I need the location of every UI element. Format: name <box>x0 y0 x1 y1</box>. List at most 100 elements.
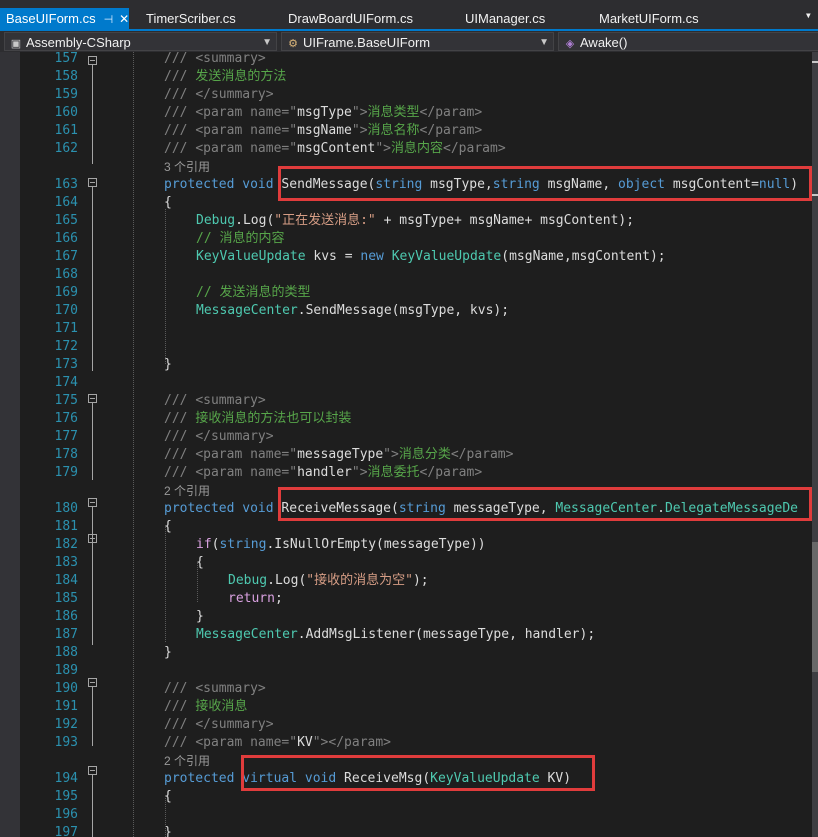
line-number: 175 <box>54 393 78 408</box>
fold-line <box>92 65 93 164</box>
close-icon[interactable]: ✕ <box>119 12 129 26</box>
code-token: name <box>250 465 282 480</box>
line-number: 173 <box>54 357 78 372</box>
reference-count[interactable]: 2 个引用 <box>164 754 210 768</box>
code-line: /// 接收消息 <box>164 698 247 716</box>
tab-marketuiform[interactable]: MarketUIForm.cs <box>599 8 699 29</box>
code-token: // 发送消息的类型 <box>196 285 311 300</box>
code-token: 消息名称 <box>367 123 420 138</box>
code-line: /// 发送消息的方法 <box>164 68 286 86</box>
code-token: /// <box>164 465 196 480</box>
code-token: if <box>196 537 212 552</box>
code-token: /// <box>164 735 196 750</box>
codelens-references: 2 个引用 <box>164 482 210 501</box>
code-line: /// <summary> <box>164 392 266 410</box>
tab-label: UIManager.cs <box>465 11 546 26</box>
code-line: } <box>164 644 172 662</box>
code-token: </param> <box>450 447 514 462</box>
code-token: /// <box>164 52 196 66</box>
code-line: /// </summary> <box>164 86 274 104</box>
line-number: 191 <box>54 699 78 714</box>
code-token: (msgName,msgContent); <box>501 249 666 264</box>
code-token: "接收的消息为空" <box>306 573 413 588</box>
code-token: /// <box>164 69 196 84</box>
code-token: } <box>196 609 204 624</box>
project-label: Assembly-CSharp <box>26 35 131 50</box>
code-token: "> <box>375 141 392 156</box>
code-token: /// <box>164 123 196 138</box>
reference-count[interactable]: 2 个引用 <box>164 484 210 498</box>
code-token: { <box>164 195 172 210</box>
code-line: return; <box>228 590 283 608</box>
tab-baseuiform[interactable]: BaseUIForm.cs ⊣ ✕ <box>0 8 130 29</box>
code-token: /// <box>164 717 196 732</box>
tab-label: BaseUIForm.cs <box>6 11 96 26</box>
line-number: 166 <box>54 231 78 246</box>
code-token: MessageCenter <box>196 627 298 642</box>
fold-line <box>92 403 93 480</box>
code-token: Debug <box>196 213 236 228</box>
code-token: "> <box>312 735 329 750</box>
collapse-icon[interactable] <box>88 534 97 543</box>
document-tab-bar: BaseUIForm.cs ⊣ ✕ TimerScriber.cs DrawBoar… <box>0 0 818 31</box>
tab-drawboarduiform[interactable]: DrawBoardUIForm.cs <box>288 8 413 29</box>
member-dropdown[interactable]: ◈ Awake() <box>558 32 818 51</box>
code-token: name <box>250 141 282 156</box>
indent-guide <box>165 795 166 837</box>
code-token: =" <box>281 123 298 138</box>
code-token: /// <box>164 411 196 426</box>
tab-label: MarketUIForm.cs <box>599 11 699 26</box>
code-token: /// <box>164 393 196 408</box>
code-token: /// <box>164 699 196 714</box>
line-number: 164 <box>54 195 78 210</box>
code-token: msgType <box>297 105 352 120</box>
reference-count[interactable]: 3 个引用 <box>164 160 210 174</box>
line-number: 192 <box>54 717 78 732</box>
line-number: 193 <box>54 735 78 750</box>
vertical-scrollbar[interactable] <box>812 52 818 837</box>
code-line: } <box>196 608 204 626</box>
collapse-icon[interactable] <box>88 394 97 403</box>
type-dropdown[interactable]: ⚙ UIFrame.BaseUIForm ▼ <box>281 32 554 51</box>
code-token: </param> <box>328 735 392 750</box>
tab-overflow-dropdown-icon[interactable]: ▾ <box>805 8 812 22</box>
code-token: name <box>250 123 282 138</box>
code-token: KV <box>297 735 313 750</box>
line-number: 176 <box>54 411 78 426</box>
collapse-icon[interactable] <box>88 56 97 65</box>
line-number: 197 <box>54 825 78 837</box>
code-token: "> <box>351 465 368 480</box>
code-token: .SendMessage(msgType, kvs); <box>297 303 510 318</box>
code-token: 消息内容 <box>391 141 444 156</box>
collapse-icon[interactable] <box>88 678 97 687</box>
code-editor[interactable]: 157 /// <summary> 158 /// 发送消息的方法 159 /// </s… <box>0 52 812 837</box>
code-token: .Log( <box>267 573 307 588</box>
tab-timerscriber[interactable]: TimerScriber.cs <box>146 8 236 29</box>
scrollbar-thumb[interactable] <box>812 542 818 672</box>
pin-icon[interactable]: ⊣ <box>104 14 114 26</box>
code-token: // 消息的内容 <box>196 231 285 246</box>
line-number: 180 <box>54 501 78 516</box>
line-number: 184 <box>54 573 78 588</box>
codelens-references: 2 个引用 <box>164 752 210 771</box>
code-token: ); <box>412 573 429 588</box>
line-number: 195 <box>54 789 78 804</box>
line-number: 169 <box>54 285 78 300</box>
line-number: 181 <box>54 519 78 534</box>
code-line: /// <param name="msgName">消息名称</param> <box>164 122 482 140</box>
code-token: name <box>250 105 282 120</box>
project-dropdown[interactable]: ▣ Assembly-CSharp ▼ <box>4 32 277 51</box>
collapse-icon[interactable] <box>88 498 97 507</box>
code-line: /// </summary> <box>164 716 274 734</box>
code-token: .AddMsgListener(messageType, handler); <box>297 627 596 642</box>
code-token: </param> <box>419 105 483 120</box>
collapse-icon[interactable] <box>88 178 97 187</box>
collapse-icon[interactable] <box>88 766 97 775</box>
code-token: <param <box>195 447 251 462</box>
fold-line <box>92 775 93 837</box>
tab-uimanager[interactable]: UIManager.cs <box>465 8 545 29</box>
highlight-box-receivemessage <box>278 487 812 521</box>
code-line: /// <param name="msgContent">消息内容</param… <box>164 140 506 158</box>
code-token: <param <box>195 465 251 480</box>
code-token: "> <box>383 447 399 462</box>
